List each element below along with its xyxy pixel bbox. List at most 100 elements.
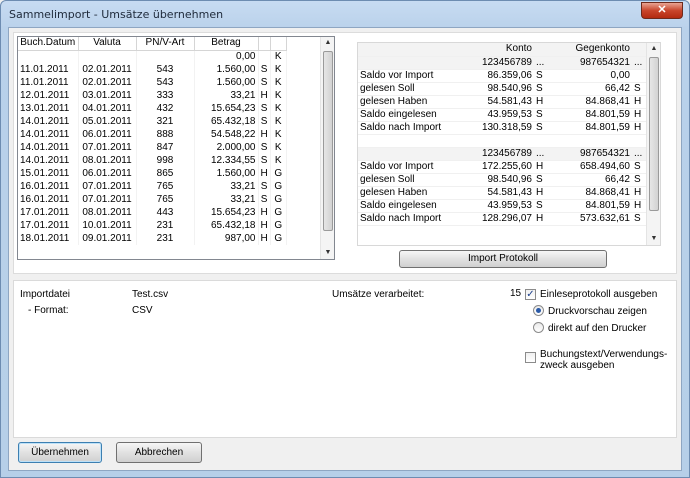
import-info-panel: Importdatei Test.csv - Format: CSV Umsät…	[13, 280, 677, 438]
table-cell: H	[534, 186, 548, 200]
table-row[interactable]: 123456789... 987654321...	[358, 147, 646, 161]
table-cell: H	[258, 167, 271, 180]
table-cell: H	[534, 95, 548, 109]
scroll-down-icon[interactable]: ▼	[321, 247, 334, 259]
table-row[interactable]: Saldo eingelesen 43.959,53 S 84.801,59 H	[358, 199, 646, 213]
table-row[interactable]: gelesen Haben 54.581,43 H 84.868,41 H	[358, 186, 646, 200]
scroll-thumb[interactable]	[649, 57, 659, 211]
balance-summary-table[interactable]: Konto Gegenkonto 123456789... 987654321..…	[357, 42, 661, 246]
table-row[interactable]: 16.01.2011 07.01.2011 765 33,21 S G	[18, 193, 287, 206]
einleseprotokoll-checkbox[interactable]: ✓	[525, 289, 536, 300]
table-cell: 07.01.2011	[78, 180, 137, 193]
druckvorschau-label[interactable]: Druckvorschau zeigen	[548, 306, 647, 317]
drucker-radio[interactable]	[533, 322, 544, 333]
table-row[interactable]: 17.01.2011 08.01.2011 443 15.654,23 H G	[18, 206, 287, 219]
table-cell: 02.01.2011	[78, 76, 137, 89]
table-cell	[632, 134, 646, 148]
table-row[interactable]: 12.01.2011 03.01.2011 333 33,21 H K	[18, 89, 287, 102]
transactions-scrollbar[interactable]: ▲ ▼	[320, 37, 334, 259]
table-cell: 43.959,53	[450, 108, 534, 122]
table-row[interactable]: Saldo vor Import 172.255,60 H 658.494,60 S	[358, 160, 646, 174]
table-cell: S	[632, 212, 646, 226]
scroll-down-icon[interactable]: ▼	[647, 233, 660, 245]
table-row[interactable]: 0,00 K	[18, 50, 287, 63]
table-cell: G	[270, 232, 287, 245]
table-row[interactable]: gelesen Haben 54.581,43 H 84.868,41 H	[358, 95, 646, 109]
drucker-label[interactable]: direkt auf den Drucker	[548, 323, 646, 334]
table-cell: 54.581,43	[450, 186, 534, 200]
table-cell: 16.01.2011	[18, 180, 79, 193]
table-row[interactable]: gelesen Soll 98.540,96 S 66,42 S	[358, 173, 646, 187]
format-value: CSV	[132, 305, 153, 316]
table-row[interactable]: 17.01.2011 10.01.2011 231 65.432,18 H G	[18, 219, 287, 232]
table-row[interactable]: 14.01.2011 05.01.2011 321 65.432,18 S K	[18, 115, 287, 128]
table-cell: S	[258, 141, 271, 154]
table-cell: K	[270, 115, 287, 128]
dialog-client-area: Buch.Datum Valuta PN/V-Art Betrag 0,00 K 1…	[8, 27, 682, 471]
table-row[interactable]: Saldo nach Import 128.296,07 H 573.632,61 S	[358, 212, 646, 226]
table-row[interactable]: gelesen Soll 98.540,96 S 66,42 S	[358, 82, 646, 96]
balance-scrollbar[interactable]: ▲ ▼	[646, 43, 660, 245]
einleseprotokoll-label[interactable]: Einleseprotokoll ausgeben	[540, 289, 657, 300]
buchungstext-checkbox[interactable]	[525, 352, 536, 363]
balance-header-row: Konto Gegenkonto	[358, 43, 646, 57]
checkmark-icon: ✓	[526, 289, 535, 300]
scroll-thumb[interactable]	[323, 51, 333, 231]
table-cell: 14.01.2011	[18, 128, 79, 141]
table-row[interactable]: 18.01.2011 09.01.2011 231 987,00 H G	[18, 232, 287, 245]
balance-header-gegenkonto: Gegenkonto	[548, 43, 632, 57]
table-row[interactable]: 14.01.2011 06.01.2011 888 54.548,22 H K	[18, 128, 287, 141]
column-header-type[interactable]	[270, 37, 287, 51]
table-cell: ...	[632, 56, 646, 70]
table-row[interactable]: 16.01.2011 07.01.2011 765 33,21 S G	[18, 180, 287, 193]
table-cell: S	[258, 193, 271, 206]
balance-header-gegenkonto-sh	[632, 43, 646, 57]
table-row[interactable]: 14.01.2011 08.01.2011 998 12.334,55 S K	[18, 154, 287, 167]
scroll-up-icon[interactable]: ▲	[647, 43, 660, 55]
table-cell	[358, 56, 450, 70]
table-row[interactable]: Saldo eingelesen 43.959,53 S 84.801,59 H	[358, 108, 646, 122]
column-header-valuta[interactable]: Valuta	[78, 37, 137, 51]
table-row[interactable]	[358, 134, 646, 148]
table-row[interactable]: Saldo vor Import 86.359,06 S 0,00	[358, 69, 646, 83]
buchungstext-label-line2[interactable]: zweck ausgeben	[540, 360, 615, 371]
import-protokoll-button[interactable]: Import Protokoll	[399, 250, 607, 268]
column-header-betrag[interactable]: Betrag	[194, 37, 259, 51]
table-cell	[18, 50, 79, 63]
druckvorschau-radio[interactable]	[533, 305, 544, 316]
abbrechen-button[interactable]: Abbrechen	[116, 442, 202, 463]
balance-header-konto: Konto	[450, 43, 534, 57]
table-row[interactable]: 13.01.2011 04.01.2011 432 15.654,23 S K	[18, 102, 287, 115]
column-header-buchdatum[interactable]: Buch.Datum	[18, 37, 79, 51]
table-cell: 12.01.2011	[18, 89, 79, 102]
table-cell: 11.01.2011	[18, 76, 79, 89]
table-cell: K	[270, 76, 287, 89]
uebernehmen-button[interactable]: Übernehmen	[18, 442, 102, 463]
table-row[interactable]: 15.01.2011 06.01.2011 865 1.560,00 H G	[18, 167, 287, 180]
table-cell: H	[632, 108, 646, 122]
table-cell: 123456789	[450, 56, 534, 70]
column-header-sh[interactable]	[258, 37, 271, 51]
table-row[interactable]: 14.01.2011 07.01.2011 847 2.000,00 S K	[18, 141, 287, 154]
table-row[interactable]: Saldo nach Import 130.318,59 S 84.801,59 H	[358, 121, 646, 135]
table-row[interactable]: 11.01.2011 02.01.2011 543 1.560,00 S K	[18, 63, 287, 76]
table-row[interactable]: 11.01.2011 02.01.2011 543 1.560,00 S K	[18, 76, 287, 89]
table-cell	[450, 134, 534, 148]
table-cell: gelesen Soll	[358, 173, 450, 187]
transactions-table[interactable]: Buch.Datum Valuta PN/V-Art Betrag 0,00 K 1…	[17, 36, 335, 260]
table-cell: 987654321	[548, 56, 632, 70]
table-cell: gelesen Haben	[358, 186, 450, 200]
table-row[interactable]: 123456789... 987654321...	[358, 56, 646, 70]
close-button[interactable]: ✕	[641, 2, 683, 19]
table-cell: 03.01.2011	[78, 89, 137, 102]
table-cell: K	[270, 50, 287, 63]
buchungstext-label-line1[interactable]: Buchungstext/Verwendungs-	[540, 349, 667, 360]
title-bar[interactable]: Sammelimport - Umsätze übernehmen ✕	[1, 1, 689, 27]
table-cell: K	[270, 89, 287, 102]
scroll-up-icon[interactable]: ▲	[321, 37, 334, 49]
column-header-pnvart[interactable]: PN/V-Art	[136, 37, 195, 51]
table-cell: H	[534, 160, 548, 174]
table-cell: 84.801,59	[548, 108, 632, 122]
table-cell: 65.432,18	[194, 115, 259, 128]
table-cell: S	[632, 173, 646, 187]
